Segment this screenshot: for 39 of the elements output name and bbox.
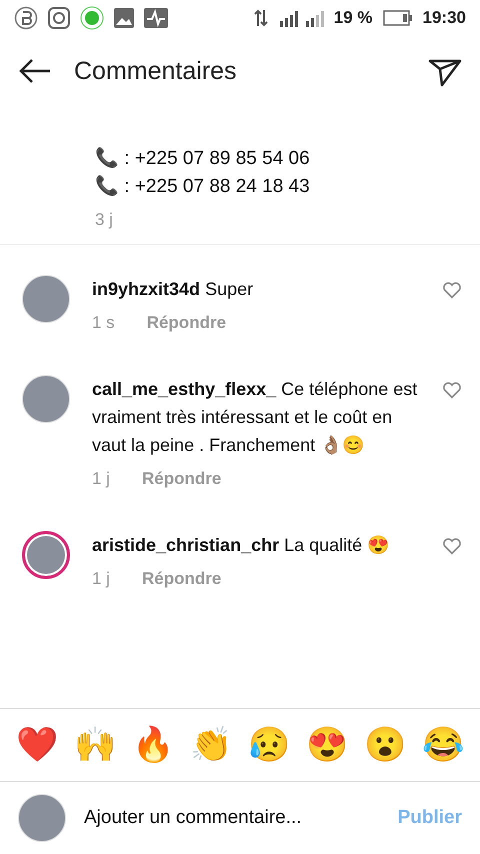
comment-time: 1 s <box>92 313 115 333</box>
comment-text: call_me_esthy_flexx_ Ce téléphone est vraiment très intéressant et le coût en vaut la peine . Franchement 👌🏽😊 <box>92 378 418 457</box>
app-logo-icon <box>14 6 38 30</box>
data-arrows-icon <box>254 8 268 28</box>
camera-icon <box>48 7 70 29</box>
emoji-reaction[interactable]: 😥 <box>248 728 290 762</box>
reply-link[interactable]: Répondre <box>142 569 222 589</box>
emoji-reaction[interactable]: ❤ <box>16 728 58 762</box>
avatar[interactable] <box>22 531 70 579</box>
page-title: Commentaires <box>74 56 238 86</box>
heart-icon <box>442 381 462 399</box>
comment-time: 3 j <box>95 210 114 230</box>
comment-time: 1 j <box>92 569 110 589</box>
phone-line: 📞 : +225 07 88 24 18 43 <box>95 174 311 198</box>
avatar <box>18 794 66 842</box>
like-button[interactable] <box>442 281 462 301</box>
reply-link[interactable]: Répondre <box>146 313 226 333</box>
like-button[interactable] <box>442 381 462 401</box>
emoji-reaction[interactable]: 🔥 <box>132 728 174 762</box>
like-button[interactable] <box>442 537 462 557</box>
emoji-reaction[interactable]: 🙌 <box>74 728 116 762</box>
image-icon <box>114 8 134 28</box>
heart-icon <box>442 537 462 555</box>
phone-line: 📞 : +225 07 89 85 54 06 <box>95 146 311 170</box>
heart-icon <box>442 281 462 299</box>
battery-percent: 19 % <box>334 8 373 28</box>
comment-text: in9yhzxit34d Super <box>92 278 254 301</box>
emoji-reaction[interactable]: 😍 <box>306 728 348 762</box>
comment-text: aristide_christian_chr La qualité 😍 <box>92 534 390 557</box>
emoji-reaction[interactable]: 👏 <box>190 728 232 762</box>
reply-link[interactable]: Répondre <box>142 469 222 489</box>
activity-icon <box>144 8 168 28</box>
timer-icon <box>80 6 104 30</box>
comment-time: 1 j <box>92 469 110 489</box>
battery-icon <box>382 10 413 26</box>
clock: 19:30 <box>422 8 466 28</box>
back-button[interactable] <box>18 58 52 84</box>
emoji-reaction[interactable]: 😮 <box>364 728 406 762</box>
emoji-reaction[interactable]: 😂 <box>422 728 464 762</box>
